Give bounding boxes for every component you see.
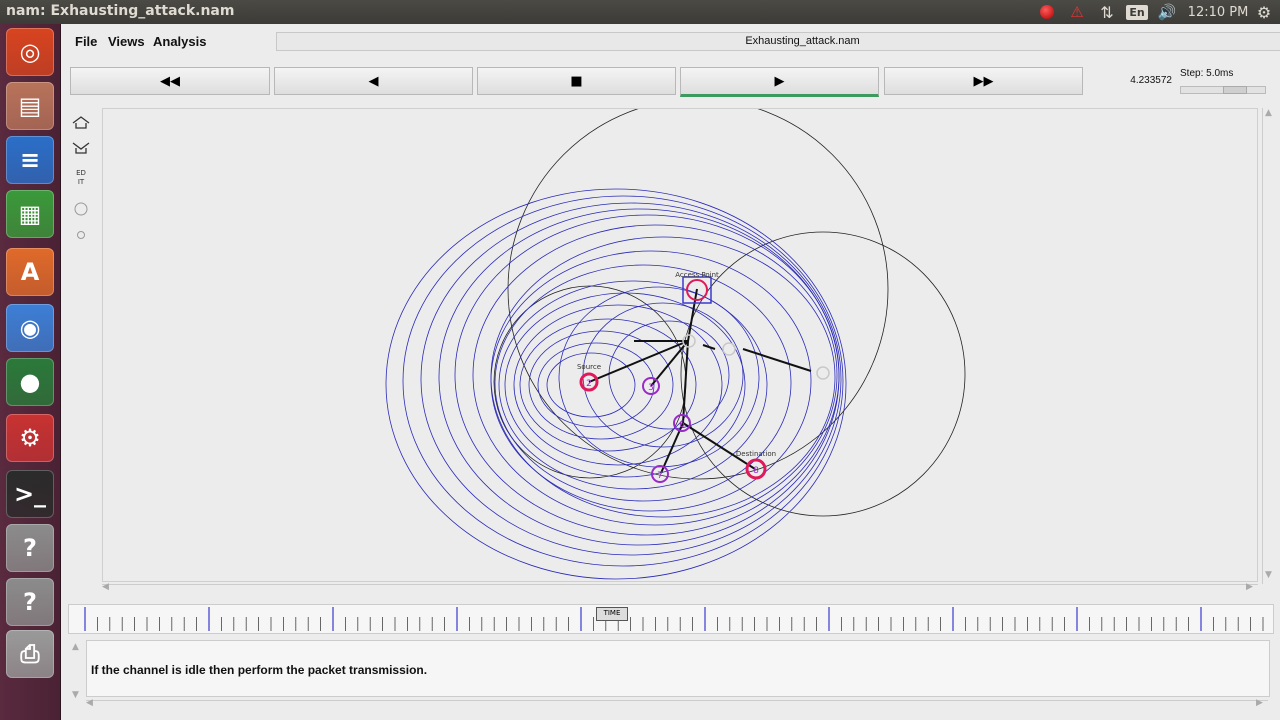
annotation-scroll-up-icon[interactable]: ▲ (72, 642, 79, 652)
canvas-vertical-scrollbar[interactable]: ▲ ▼ (1262, 108, 1275, 584)
stop-button[interactable]: ■ (477, 67, 676, 95)
record-indicator-icon[interactable] (1036, 0, 1058, 24)
link-line (588, 340, 689, 383)
keyboard-layout-icon[interactable]: En (1126, 0, 1148, 24)
step-back-button[interactable]: ◀ (274, 67, 473, 95)
inactive-node (722, 342, 736, 356)
globe-icon[interactable]: ● (6, 358, 54, 406)
scroll-right-icon[interactable]: ▶ (1246, 582, 1253, 592)
chromium-icon-glyph: ◉ (19, 314, 41, 342)
help-icon-2[interactable]: ? (6, 578, 54, 626)
node-role-label: Destination (736, 450, 776, 458)
scroll-down-icon[interactable]: ▼ (1265, 570, 1272, 580)
network-icon[interactable]: ⇅ (1096, 0, 1118, 24)
zoom-out-icon[interactable] (70, 136, 92, 158)
terminal-icon[interactable]: >_ (6, 470, 54, 518)
network-canvas[interactable]: 2 3 6 7 8 Source Destination Access Point (102, 108, 1258, 582)
globe-icon-glyph: ● (19, 368, 41, 396)
transmission-circle (402, 195, 844, 567)
play-button[interactable]: ▶ (680, 67, 879, 97)
menu-analysis[interactable]: Analysis (153, 34, 206, 49)
menu-file[interactable]: File (75, 34, 97, 49)
help-icon-glyph: ? (23, 534, 37, 562)
annotation-panel: If the channel is idle then perform the … (86, 640, 1270, 697)
printer-icon-glyph: ⎙ (20, 640, 40, 668)
step-label: Step: 5.0ms (1180, 68, 1234, 79)
ubuntu-dash-icon-glyph: ◎ (19, 38, 41, 66)
alert-icon[interactable]: ⚠ (1066, 0, 1088, 24)
launcher: ◎ ▤ ≡ ▦ A ◉ ● ⚙ >_?? ⎙ (0, 24, 61, 720)
file-title: Exhausting_attack.nam (276, 32, 1280, 51)
zoom-in-icon[interactable] (70, 112, 92, 134)
annotation-scroll-right-icon[interactable]: ▶ (1256, 698, 1263, 708)
writer-icon[interactable]: ≡ (6, 136, 54, 184)
annotation-horizontal-scrollbar[interactable]: ◀ ▶ (86, 698, 1268, 711)
transmission-circle (519, 318, 697, 452)
files-icon-glyph: ▤ (18, 92, 42, 120)
ubuntu-dash-icon[interactable]: ◎ (6, 28, 54, 76)
menu-views[interactable]: Views (108, 34, 145, 49)
help-icon[interactable]: ? (6, 524, 54, 572)
chromium-icon[interactable]: ◉ (6, 304, 54, 352)
inactive-node (816, 366, 830, 380)
gear-icon[interactable]: ⚙ (1253, 0, 1275, 24)
top-panel: nam: Exhausting_attack.nam ⚠ ⇅ En 🔊 12:1… (0, 0, 1280, 24)
link-line (682, 422, 756, 470)
annotation-scroll-left-icon[interactable]: ◀ (86, 698, 93, 708)
software-center-icon[interactable]: A (6, 248, 54, 296)
edit-tool[interactable]: ED IT (70, 164, 92, 192)
transmission-circle (454, 214, 840, 536)
node-id-label: 7 (657, 471, 663, 481)
small-circle-tool-icon[interactable] (70, 224, 92, 246)
transmission-circle (504, 292, 746, 478)
step-slider[interactable] (1180, 86, 1266, 94)
transmission-circle (498, 280, 768, 490)
printer-icon[interactable]: ⎙ (6, 630, 54, 678)
transport-bar: ◀◀ ◀ ■ ▶ ▶▶ 4.233572 Step: 5.0ms (62, 60, 1280, 102)
terminal-icon-glyph: >_ (13, 480, 47, 508)
annotation-text: If the channel is idle then perform the … (91, 663, 428, 677)
settings-icon[interactable]: ⚙ (6, 414, 54, 462)
link-line (742, 348, 812, 372)
step-slider-thumb[interactable] (1223, 86, 1247, 94)
timeline[interactable]: TIME (68, 604, 1276, 634)
range-circle (680, 231, 966, 517)
transmission-circle (490, 236, 836, 518)
annotation-vertical-scrollbar[interactable]: ▲ ▼ (70, 640, 82, 708)
node-id-label: 3 (648, 383, 654, 393)
node-id-label: 2 (586, 379, 592, 389)
network-topology[interactable]: 2 3 6 7 8 Source Destination Access Point (103, 109, 1257, 581)
files-icon[interactable]: ▤ (6, 82, 54, 130)
help-icon-2-glyph: ? (23, 588, 37, 616)
software-center-icon-glyph: A (20, 258, 40, 286)
node-role-label: Access Point (675, 271, 719, 279)
volume-icon[interactable]: 🔊 (1155, 0, 1179, 24)
writer-icon-glyph: ≡ (19, 146, 41, 174)
circle-tool-icon[interactable] (70, 198, 92, 220)
scroll-left-icon[interactable]: ◀ (102, 582, 109, 592)
time-marker[interactable]: TIME (596, 607, 628, 621)
time-display: 4.233572 (1130, 75, 1172, 86)
rewind-button[interactable]: ◀◀ (70, 67, 270, 95)
node-id-label: 6 (679, 420, 685, 430)
fast-forward-button[interactable]: ▶▶ (884, 67, 1083, 95)
scroll-up-icon[interactable]: ▲ (1265, 108, 1272, 118)
calc-icon[interactable]: ▦ (6, 190, 54, 238)
annotation-scroll-down-icon[interactable]: ▼ (72, 690, 79, 700)
clock[interactable]: 12:10 PM (1186, 0, 1250, 24)
settings-icon-glyph: ⚙ (19, 424, 41, 452)
window-title: nam: Exhausting_attack.nam (6, 3, 235, 19)
toolstrip: ED IT (70, 110, 94, 250)
node-id-label: 8 (753, 466, 759, 476)
node-role-label: Source (577, 363, 601, 371)
step-control: Step: 5.0ms (1180, 66, 1270, 98)
menubar: File Views Analysis Exhausting_attack.na… (62, 28, 1280, 56)
canvas-horizontal-scrollbar[interactable]: ◀ ▶ (102, 582, 1258, 595)
calc-icon-glyph: ▦ (18, 200, 42, 228)
timeline-ticks (84, 607, 1276, 631)
